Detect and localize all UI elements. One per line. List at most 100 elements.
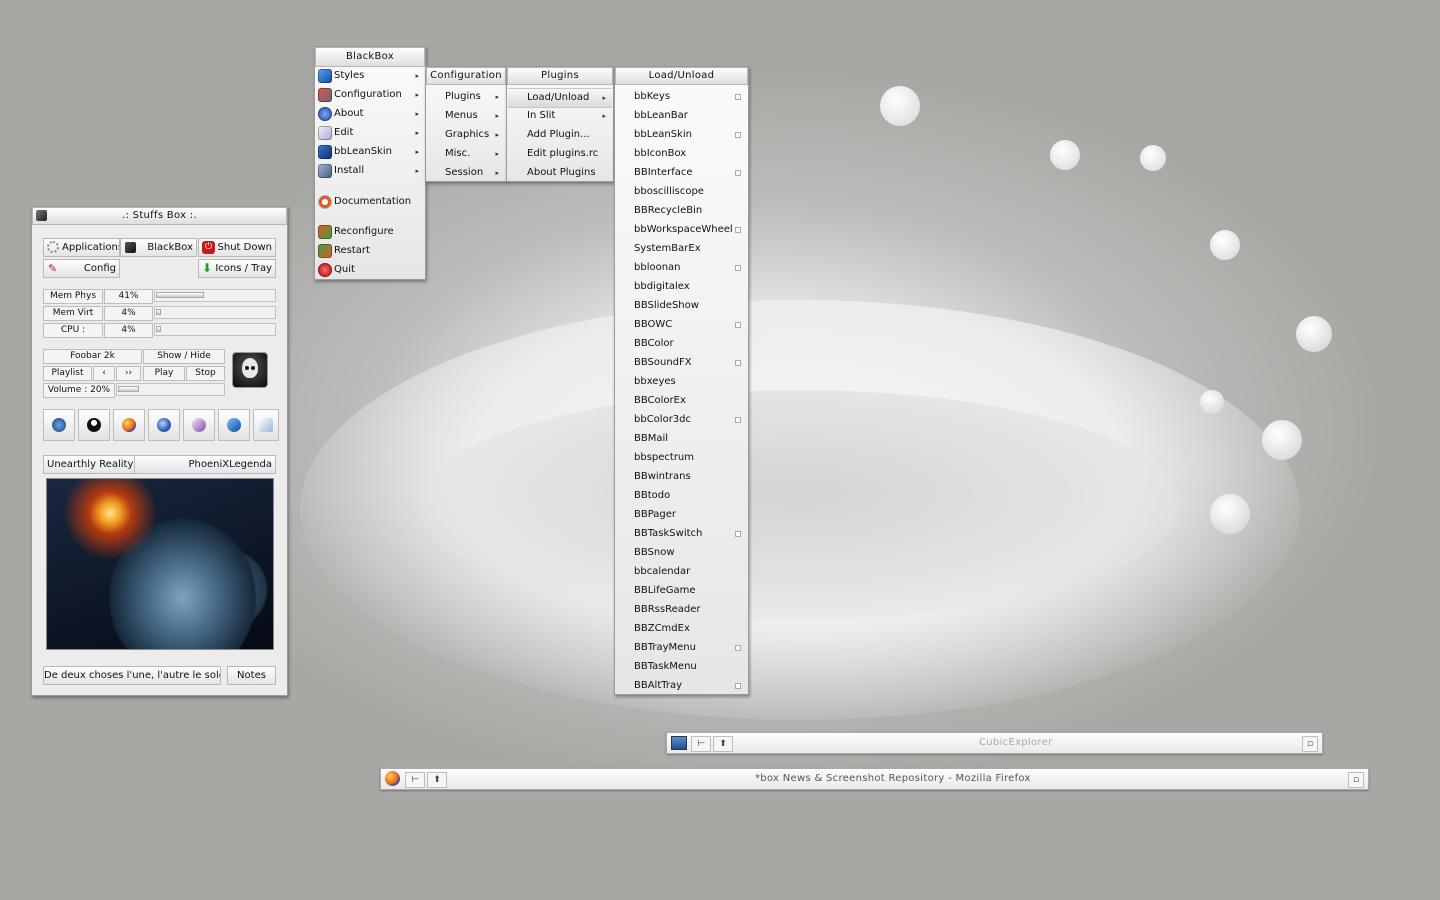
task-firefox[interactable]: ⊢ ⬆ *box News & Screenshot Repository - …: [380, 768, 1369, 790]
plugins-menu-item-add-plugin[interactable]: Add Plugin...: [508, 126, 612, 144]
configuration-menu-item-session[interactable]: Session ▸: [427, 164, 505, 182]
plugin-item-label: BBTrayMenu: [634, 642, 696, 653]
launcher-button[interactable]: [183, 409, 215, 441]
blackbox-menu-item-bbleanskin[interactable]: bbLeanSkin ▸: [315, 143, 425, 161]
checked-indicator-icon: [735, 360, 741, 366]
play-button[interactable]: Play: [143, 366, 185, 381]
task-title: CubicExplorer: [979, 737, 1053, 748]
plugin-item[interactable]: bbxeyes: [615, 373, 748, 391]
plugin-item-label: BBRssReader: [634, 604, 701, 615]
plugin-item[interactable]: bboscilliscope: [615, 183, 748, 201]
launcher-button[interactable]: [148, 409, 180, 441]
plugin-item[interactable]: BBTaskSwitch: [615, 525, 748, 543]
blackbox-menu-item-configuration[interactable]: Configuration ▸: [315, 86, 425, 104]
plugin-item[interactable]: bbcalendar: [615, 563, 748, 581]
blackbox-cube-icon: [125, 242, 136, 253]
stop-button[interactable]: Stop: [186, 366, 225, 381]
plugins-menu-item-in-slit[interactable]: In Slit ▸: [508, 107, 612, 125]
blackbox-menu-item-restart[interactable]: Restart: [315, 242, 425, 260]
stuffs-box-title: .: Stuffs Box :.: [122, 210, 197, 221]
plugins-menu-item-edit-plugins-rc[interactable]: Edit plugins.rc: [508, 145, 612, 163]
blackbox-menu-item-quit[interactable]: Quit: [315, 261, 425, 279]
menu-item-label: Reconfigure: [334, 226, 394, 237]
plugin-item[interactable]: BBRssReader: [615, 601, 748, 619]
configuration-menu-item-plugins[interactable]: Plugins ▸: [427, 88, 505, 106]
plugin-item[interactable]: bbspectrum: [615, 449, 748, 467]
launcher-button[interactable]: [253, 409, 279, 441]
applications-button[interactable]: Applications: [43, 238, 120, 257]
submenu-arrow-icon: ▸: [495, 150, 499, 158]
plugin-item[interactable]: bbWorkspaceWheel: [615, 221, 748, 239]
plugin-item[interactable]: BBtodo: [615, 487, 748, 505]
notes-button[interactable]: Notes: [227, 666, 276, 685]
plugin-item[interactable]: bbKeys: [615, 88, 748, 106]
plugin-item[interactable]: bbColor3dc: [615, 411, 748, 429]
blackbox-menu-item-documentation[interactable]: Documentation: [315, 193, 425, 211]
plugin-item-label: bboscilliscope: [634, 186, 704, 197]
launcher-button[interactable]: [113, 409, 145, 441]
plugin-item[interactable]: bbLeanSkin: [615, 126, 748, 144]
show-hide-button[interactable]: Show / Hide: [143, 349, 225, 364]
plugin-item[interactable]: BBOWC: [615, 316, 748, 334]
launcher-button[interactable]: [78, 409, 110, 441]
info-icon: [318, 107, 332, 121]
plugin-item[interactable]: BBMail: [615, 430, 748, 448]
cpu-label: CPU :: [43, 323, 103, 338]
plugin-item[interactable]: BBInterface: [615, 164, 748, 182]
plugin-item[interactable]: BBTaskMenu: [615, 658, 748, 676]
blackbox-menu-item-styles[interactable]: Styles ▸: [315, 67, 425, 85]
blackbox-menu-item-edit[interactable]: Edit ▸: [315, 124, 425, 142]
configuration-menu-item-menus[interactable]: Menus ▸: [427, 107, 505, 125]
foobar-alien-icon[interactable]: [232, 352, 268, 388]
playlist-button[interactable]: Playlist: [43, 366, 92, 381]
icons-tray-button[interactable]: ⬇ Icons / Tray: [198, 259, 276, 278]
up-arrow-icon[interactable]: ⬆: [427, 772, 447, 788]
plugin-item-label: BBColor: [634, 338, 674, 349]
pin-icon[interactable]: ⊢: [691, 736, 711, 752]
cpu-value: 4%: [104, 323, 153, 338]
up-arrow-icon[interactable]: ⬆: [713, 736, 733, 752]
plugin-item[interactable]: BBLifeGame: [615, 582, 748, 600]
previous-button[interactable]: ‹: [93, 366, 115, 381]
pin-icon[interactable]: ⊢: [405, 772, 425, 788]
plugins-menu-item-load-unload[interactable]: Load/Unload ▸: [508, 88, 612, 108]
shutdown-button[interactable]: ⏻ Shut Down: [198, 238, 276, 257]
plugin-item[interactable]: BBSlideShow: [615, 297, 748, 315]
plugin-item[interactable]: BBPager: [615, 506, 748, 524]
blackbox-cube-icon: [36, 210, 47, 221]
plugin-item[interactable]: BBwintrans: [615, 468, 748, 486]
blackbox-menu-item-about[interactable]: About ▸: [315, 105, 425, 123]
plugin-item[interactable]: BBAltTray: [615, 677, 748, 695]
configuration-menu-item-misc[interactable]: Misc. ▸: [427, 145, 505, 163]
plugin-item[interactable]: BBZCmdEx: [615, 620, 748, 638]
config-button[interactable]: ✎ Config: [43, 259, 120, 278]
blackbox-menu-item-install[interactable]: Install ▸: [315, 162, 425, 180]
next-button[interactable]: ››: [116, 366, 141, 381]
firefox-icon: [385, 771, 400, 786]
plugin-item[interactable]: BBTrayMenu: [615, 639, 748, 657]
plugin-item[interactable]: bbdigitalex: [615, 278, 748, 296]
plugin-item[interactable]: BBRecycleBin: [615, 202, 748, 220]
maximize-icon[interactable]: ▫: [1348, 772, 1364, 788]
volume-slider[interactable]: [116, 383, 225, 396]
plugin-item[interactable]: BBColor: [615, 335, 748, 353]
plugin-item-label: bbIconBox: [634, 148, 687, 159]
launcher-button[interactable]: [43, 409, 75, 441]
maximize-icon[interactable]: ▫: [1302, 736, 1318, 752]
launcher-button[interactable]: [218, 409, 250, 441]
configuration-menu-item-graphics[interactable]: Graphics ▸: [427, 126, 505, 144]
blackbox-menu-item-reconfigure[interactable]: Reconfigure: [315, 223, 425, 241]
wallpaper-preview-image[interactable]: [46, 478, 274, 650]
plugin-item[interactable]: bbIconBox: [615, 145, 748, 163]
plugins-menu-item-about-plugins[interactable]: About Plugins: [508, 164, 612, 182]
task-cubicexplorer[interactable]: ⊢ ⬆ CubicExplorer ▫: [666, 732, 1323, 754]
plugin-item[interactable]: bbloonan: [615, 259, 748, 277]
blackbox-button[interactable]: BlackBox: [120, 238, 197, 257]
menu-item-label: Edit plugins.rc: [527, 148, 599, 159]
plugin-item[interactable]: bbLeanBar: [615, 107, 748, 125]
stuffs-box-titlebar[interactable]: .: Stuffs Box :.: [32, 207, 287, 225]
plugin-item[interactable]: BBColorEx: [615, 392, 748, 410]
plugin-item[interactable]: BBSnow: [615, 544, 748, 562]
plugin-item[interactable]: BBSoundFX: [615, 354, 748, 372]
plugin-item[interactable]: SystemBarEx: [615, 240, 748, 258]
